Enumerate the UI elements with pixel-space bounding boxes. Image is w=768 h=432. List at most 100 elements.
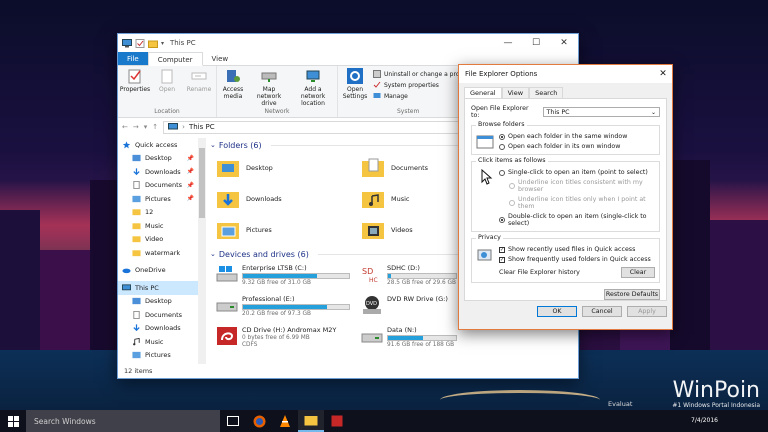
documents-folder-icon [362,158,384,177]
minimize-button[interactable]: — [494,34,522,52]
cancel-button[interactable]: Cancel [582,306,622,317]
taskbar-vlc[interactable] [272,410,298,432]
folders-section-header[interactable]: ⌄ Folders (6) [210,138,462,152]
maximize-button[interactable]: ☐ [522,34,550,52]
nav-item-documents[interactable]: Documents 📌 [118,179,198,193]
nav-item-desktop[interactable]: Desktop 📌 [118,152,198,166]
tab-view[interactable]: View [501,87,530,98]
tab-view[interactable]: View [203,52,238,65]
radio-button [499,217,505,223]
ok-button[interactable]: OK [537,306,577,317]
drive-e[interactable]: Professional (E:) 20.2 GB free of 97.3 GB [216,292,361,323]
nav-item-12[interactable]: 12 [118,206,198,220]
radio-single-click[interactable]: Single-click to open an item (point to s… [499,169,655,176]
system-tray-clock[interactable]: 7/4/2016 [691,417,768,425]
rename-button[interactable]: Rename [185,68,213,93]
folder-desktop[interactable]: Desktop [216,152,361,183]
properties-button[interactable]: Properties [120,68,150,93]
forward-arrow-icon[interactable]: → [133,123,139,131]
drive-h[interactable]: CD Drive (H:) Andromax M2Y 0 bytes free o… [216,323,361,354]
radio-button [499,143,505,150]
open-explorer-select[interactable]: This PC ⌄ [542,107,660,117]
cursor-icon [481,169,493,185]
nav-pc-downloads[interactable]: Downloads [118,322,198,336]
drive-c[interactable]: Enterprise LTSB (C:) 9.32 GB free of 31.0… [216,261,361,292]
nav-this-pc[interactable]: This PC [118,281,198,295]
group-label-location: Location [154,108,180,115]
taskbar-file-explorer[interactable] [298,410,324,432]
check-icon [373,81,381,88]
nav-pc-pictures[interactable]: Pictures [118,349,198,363]
checkbox-recent-files[interactable]: ✓ Show recently used files in Quick acces… [499,246,651,253]
drive-usage-bar [387,273,457,279]
folder-downloads[interactable]: Downloads [216,183,361,214]
nav-item-downloads[interactable]: Downloads 📌 [118,165,198,179]
taskbar-search-box[interactable]: Search Windows [26,410,220,432]
tab-search[interactable]: Search [529,87,564,98]
taskbar-app[interactable] [324,410,350,432]
pin-icon: 📌 [186,154,194,162]
download-icon [133,168,140,175]
tab-file[interactable]: File [118,52,148,65]
recent-dropdown-icon[interactable]: ▾ [144,123,148,131]
open-button[interactable]: Open [153,68,181,93]
radio-underline-point[interactable]: Underline icon titles only when I point … [499,196,655,210]
radio-underline-browser[interactable]: Underline icon titles consistent with my… [499,179,655,193]
nav-item-video[interactable]: Video [118,233,198,247]
dialog-close-button[interactable]: ✕ [654,69,672,79]
drive-g[interactable]: DVD DVD RW Drive (G:) [361,292,461,323]
nav-scrollbar[interactable] [198,138,206,364]
svg-text:SD: SD [362,267,373,276]
nav-onedrive[interactable]: OneDrive [118,264,198,278]
radio-same-window[interactable]: Open each folder in the same window [499,133,627,140]
drive-n[interactable]: Data (N:) 91.6 GB free of 188 GB [361,323,461,354]
apply-button[interactable]: Apply [627,306,667,317]
drive-d[interactable]: SD HC SDHC (D:) 28.5 GB free of 29.6 GB [361,261,461,292]
qa-dropdown-icon[interactable]: ▾ [161,40,164,47]
back-arrow-icon[interactable]: ← [122,123,128,131]
folder-pictures[interactable]: Pictures [216,214,361,245]
checkbox-frequent-folders[interactable]: ✓ Show frequently used folders in Quick a… [499,256,651,263]
desktop-icon [132,298,141,305]
explorer-titlebar: ▾ This PC — ☐ ✕ [118,34,578,52]
radio-button [499,133,505,140]
access-media-button[interactable]: Access media [220,68,246,100]
clear-history-button[interactable]: Clear [621,267,655,278]
up-arrow-icon[interactable]: ↑ [152,123,158,131]
start-button[interactable] [0,410,26,432]
nav-item-pictures[interactable]: Pictures 📌 [118,192,198,206]
winpoin-tagline: #1 Windows Portal Indonesia [672,402,760,409]
close-button[interactable]: ✕ [550,34,578,52]
folder-music[interactable]: Music [361,183,461,214]
andromax-cd-icon [217,327,237,345]
drives-section-header[interactable]: ⌄ Devices and drives (6) [210,247,462,261]
properties-check-icon[interactable] [135,38,145,48]
map-network-drive-button[interactable]: Map network drive [250,68,288,107]
nav-pc-music[interactable]: Music [118,335,198,349]
nav-item-music[interactable]: Music [118,219,198,233]
tab-computer[interactable]: Computer [147,52,203,66]
restore-defaults-button[interactable]: Restore Defaults [604,289,660,300]
nav-item-watermark[interactable]: watermark [118,246,198,260]
add-network-location-button[interactable]: Add a network location [292,68,334,107]
radio-double-click[interactable]: Double-click to open an item (single-cli… [499,213,655,227]
folder-documents[interactable]: Documents [361,152,461,183]
hard-drive-icon [216,302,238,312]
item-count: 12 items [124,367,153,375]
radio-button [509,183,515,189]
music-folder-icon [362,191,384,208]
computer-icon [122,38,132,47]
tab-general[interactable]: General [464,87,502,98]
radio-own-window[interactable]: Open each folder in its own window [499,143,627,150]
nav-pc-documents[interactable]: Documents [118,308,198,322]
nav-pc-desktop[interactable]: Desktop [118,295,198,309]
taskbar-firefox[interactable] [246,410,272,432]
new-folder-icon[interactable] [148,39,158,48]
task-view-button[interactable] [220,410,246,432]
nav-quick-access[interactable]: Quick access [118,138,198,152]
folder-videos[interactable]: Videos [361,214,461,245]
open-settings-button[interactable]: Open Settings [341,68,369,100]
dialog-titlebar: File Explorer Options ✕ [459,65,672,83]
documents-icon [133,181,140,190]
sdhc-card-icon: SDHC [362,265,382,284]
